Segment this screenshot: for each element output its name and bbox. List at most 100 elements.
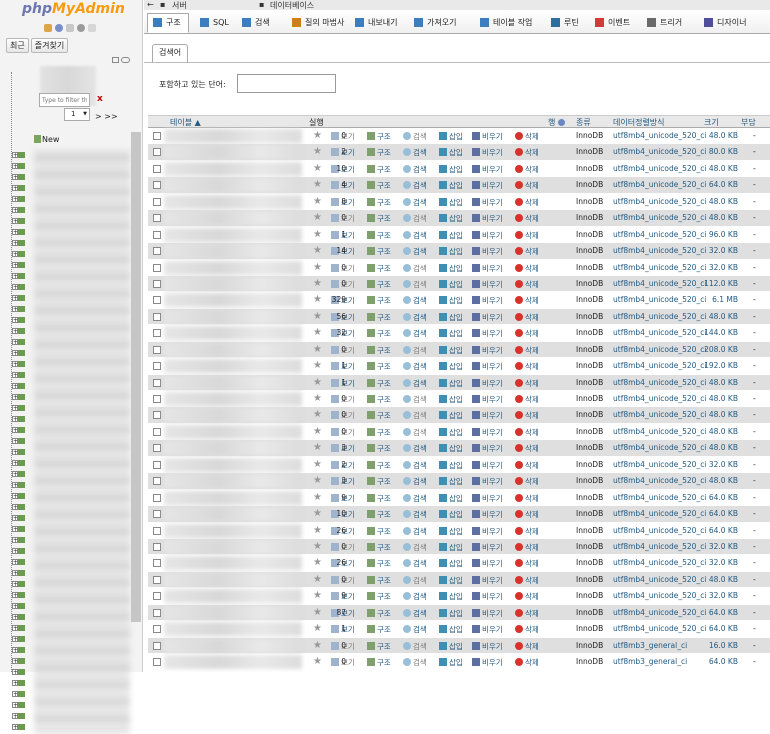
favorite-star-icon[interactable]: ★ <box>313 557 322 569</box>
row-checkbox[interactable] <box>153 214 161 223</box>
collation[interactable]: utf8mb3_general_ci <box>613 641 687 650</box>
collation[interactable]: utf8mb4_unicode_520_ci <box>613 509 706 518</box>
empty-action[interactable]: 비우기 <box>472 641 503 652</box>
collation[interactable]: utf8mb4_unicode_520_ci <box>613 476 706 485</box>
table-name-blurred[interactable] <box>164 622 302 637</box>
insert-action[interactable]: 삽입 <box>439 608 463 619</box>
empty-action[interactable]: 비우기 <box>472 147 503 158</box>
tab-import[interactable]: 가져오기 <box>408 13 468 33</box>
drop-action[interactable]: 삭제 <box>515 180 539 191</box>
row-checkbox[interactable] <box>153 526 161 535</box>
empty-action[interactable]: 비우기 <box>472 279 503 290</box>
search-action[interactable]: 검색 <box>403 460 427 471</box>
collation[interactable]: utf8mb3_general_ci <box>613 657 687 666</box>
empty-action[interactable]: 비우기 <box>472 575 503 586</box>
search-action[interactable]: 검색 <box>403 361 427 372</box>
empty-action[interactable]: 비우기 <box>472 657 503 668</box>
insert-action[interactable]: 삽입 <box>439 641 463 652</box>
table-size[interactable]: 32.0 KB <box>709 558 738 567</box>
drop-action[interactable]: 삭제 <box>515 427 539 438</box>
insert-action[interactable]: 삽입 <box>439 410 463 421</box>
table-size[interactable]: 208.0 KB <box>704 345 738 354</box>
collation[interactable]: utf8mb4_unicode_520_ci <box>613 164 706 173</box>
tab-designer[interactable]: 디자이너 <box>698 13 758 33</box>
table-name-blurred[interactable] <box>164 589 302 604</box>
table-size[interactable]: 112.0 KB <box>704 279 738 288</box>
structure-action[interactable]: 구조 <box>367 230 391 241</box>
drop-action[interactable]: 삭제 <box>515 558 539 569</box>
insert-action[interactable]: 삽입 <box>439 526 463 537</box>
favorite-star-icon[interactable]: ★ <box>313 229 322 241</box>
empty-action[interactable]: 비우기 <box>472 394 503 405</box>
collation[interactable]: utf8mb4_unicode_520_ci <box>613 279 706 288</box>
row-checkbox[interactable] <box>153 592 161 601</box>
structure-action[interactable]: 구조 <box>367 131 391 142</box>
structure-action[interactable]: 구조 <box>367 295 391 306</box>
table-size[interactable]: 144.0 KB <box>704 328 738 337</box>
collation[interactable]: utf8mb4_unicode_520_ci <box>613 263 706 272</box>
row-checkbox[interactable] <box>153 625 161 634</box>
drop-action[interactable]: 삭제 <box>515 312 539 323</box>
row-checkbox[interactable] <box>153 477 161 486</box>
structure-action[interactable]: 구조 <box>367 509 391 520</box>
row-checkbox[interactable] <box>153 493 161 502</box>
table-size[interactable]: 48.0 KB <box>709 443 738 452</box>
drop-action[interactable]: 삭제 <box>515 147 539 158</box>
table-size[interactable]: 48.0 KB <box>709 410 738 419</box>
structure-action[interactable]: 구조 <box>367 443 391 454</box>
collation[interactable]: utf8mb4_unicode_520_ci <box>613 328 706 337</box>
collation[interactable]: utf8mb4_unicode_520_ci <box>613 213 706 222</box>
favorite-star-icon[interactable]: ★ <box>313 442 322 454</box>
structure-action[interactable]: 구조 <box>367 657 391 668</box>
collation[interactable]: utf8mb4_unicode_520_ci <box>613 394 706 403</box>
insert-action[interactable]: 삽입 <box>439 345 463 356</box>
empty-action[interactable]: 비우기 <box>472 443 503 454</box>
row-checkbox[interactable] <box>153 608 161 617</box>
row-checkbox[interactable] <box>153 444 161 453</box>
row-checkbox[interactable] <box>153 395 161 403</box>
table-name-blurred[interactable] <box>164 276 302 291</box>
table-size[interactable]: 6.1 MB <box>712 295 738 304</box>
collation[interactable]: utf8mb4_unicode_520_ci <box>613 427 706 436</box>
row-checkbox[interactable] <box>153 197 161 206</box>
structure-action[interactable]: 구조 <box>367 624 391 635</box>
drop-action[interactable]: 삭제 <box>515 328 539 339</box>
collation[interactable]: utf8mb4_unicode_520_ci <box>613 526 706 535</box>
page-next-links[interactable]: > >> <box>95 112 118 121</box>
recent-tab[interactable]: 최근 <box>6 38 29 53</box>
table-name-blurred[interactable] <box>164 194 302 209</box>
search-action[interactable]: 검색 <box>403 427 427 438</box>
insert-action[interactable]: 삽입 <box>439 542 463 553</box>
table-filter-input[interactable] <box>39 93 90 107</box>
table-name-blurred[interactable] <box>164 326 302 341</box>
structure-action[interactable]: 구조 <box>367 164 391 175</box>
insert-action[interactable]: 삽입 <box>439 394 463 405</box>
collation[interactable]: utf8mb4_unicode_520_ci <box>613 230 706 239</box>
empty-action[interactable]: 비우기 <box>472 476 503 487</box>
drop-action[interactable]: 삭제 <box>515 493 539 504</box>
search-action[interactable]: 검색 <box>403 624 427 635</box>
table-name-blurred[interactable] <box>164 457 302 472</box>
row-checkbox[interactable] <box>153 247 161 256</box>
empty-action[interactable]: 비우기 <box>472 328 503 339</box>
drop-action[interactable]: 삭제 <box>515 624 539 635</box>
search-action[interactable]: 검색 <box>403 493 427 504</box>
header-type[interactable]: 종류 <box>576 117 591 128</box>
search-action[interactable]: 검색 <box>403 279 427 290</box>
favorite-star-icon[interactable]: ★ <box>313 459 322 471</box>
collation[interactable]: utf8mb4_unicode_520_ci <box>613 460 706 469</box>
table-name-blurred[interactable] <box>164 556 302 571</box>
documentation-icon[interactable] <box>66 24 74 32</box>
drop-action[interactable]: 삭제 <box>515 378 539 389</box>
gear-icon[interactable] <box>77 24 85 32</box>
table-name-blurred[interactable] <box>164 392 302 406</box>
table-name-blurred[interactable] <box>164 178 302 193</box>
favorite-star-icon[interactable]: ★ <box>313 426 322 438</box>
insert-action[interactable]: 삽입 <box>439 476 463 487</box>
table-name-blurred[interactable] <box>164 145 302 160</box>
nav-scrollbar[interactable] <box>131 132 141 622</box>
search-action[interactable]: 검색 <box>403 509 427 520</box>
structure-action[interactable]: 구조 <box>367 427 391 438</box>
insert-action[interactable]: 삽입 <box>439 147 463 158</box>
drop-action[interactable]: 삭제 <box>515 410 539 421</box>
